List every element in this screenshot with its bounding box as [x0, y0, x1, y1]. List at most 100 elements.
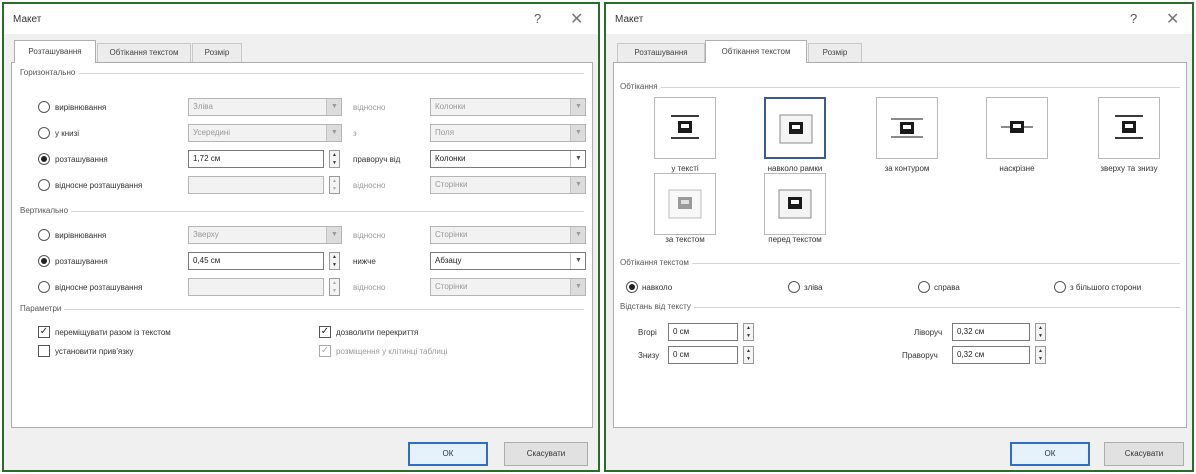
tab-text-wrapping[interactable]: Обтікання текстом — [705, 40, 807, 63]
vertical-absolute-position-label: розташування — [55, 257, 108, 266]
chevron-down-icon: ▼ — [570, 177, 585, 193]
tab-position[interactable]: Розташування — [617, 43, 705, 62]
chevron-down-icon: ▼ — [570, 227, 585, 243]
chevron-down-icon: ▼ — [570, 253, 585, 269]
spin-up-icon[interactable]: ▲ — [330, 151, 339, 159]
options-section-title: Параметри — [20, 304, 65, 313]
dialog-titlebar: Макет ? ✕ — [4, 4, 598, 34]
chevron-down-icon: ▼ — [326, 227, 341, 243]
horizontal-relative-position-input[interactable] — [188, 176, 324, 194]
cancel-button[interactable]: Скасувати — [504, 442, 588, 466]
wrap-style-in-front-of-text[interactable] — [764, 173, 826, 235]
wrap-style-label: за текстом — [665, 235, 705, 244]
spin-down-icon[interactable]: ▼ — [744, 332, 753, 340]
layout-in-table-cell-label: розміщення у клітинці таблиці — [336, 347, 448, 356]
tab-size[interactable]: Розмір — [808, 43, 862, 62]
distance-bottom-input[interactable]: 0 см — [668, 346, 738, 364]
wrap-right-only-radio[interactable] — [918, 281, 930, 293]
wrap-style-label: навколо рамки — [767, 164, 823, 173]
lock-anchor-checkbox[interactable] — [38, 345, 50, 357]
book-layout-radio[interactable] — [38, 127, 50, 139]
vertical-absolute-relation-select[interactable]: Абзацу ▼ — [430, 252, 586, 270]
tab-text-wrapping[interactable]: Обтікання текстом — [97, 43, 191, 62]
relation-label: відносно — [353, 231, 386, 240]
wrap-style-in-line[interactable] — [654, 97, 716, 159]
vertical-position-spinner[interactable]: ▲ ▼ — [329, 252, 340, 270]
spin-up-icon[interactable]: ▲ — [744, 347, 753, 355]
book-layout-relation-select[interactable]: Поля ▼ — [430, 124, 586, 142]
close-icon[interactable]: ✕ — [570, 9, 583, 29]
horizontal-alignment-radio[interactable] — [38, 101, 50, 113]
help-icon[interactable]: ? — [534, 11, 541, 26]
spin-down-icon[interactable]: ▼ — [1036, 332, 1045, 340]
horizontal-alignment-select[interactable]: Зліва ▼ — [188, 98, 342, 116]
distance-bottom-spinner[interactable]: ▲ ▼ — [743, 346, 754, 364]
horizontal-relative-relation-select[interactable]: Сторінки ▼ — [430, 176, 586, 194]
wrap-style-square[interactable] — [764, 97, 826, 159]
tab-size[interactable]: Розмір — [192, 43, 242, 62]
spin-up-icon[interactable]: ▲ — [330, 279, 339, 287]
relation-label: відносно — [353, 103, 386, 112]
select-value: Колонки — [435, 102, 466, 111]
wrap-style-behind-text[interactable] — [654, 173, 716, 235]
horizontal-relative-position-radio[interactable] — [38, 179, 50, 191]
horizontal-alignment-relation-select[interactable]: Колонки ▼ — [430, 98, 586, 116]
close-icon[interactable]: ✕ — [1166, 9, 1179, 29]
dialog-title: Макет — [13, 14, 42, 25]
vertical-relative-spinner[interactable]: ▲ ▼ — [329, 278, 340, 296]
spin-up-icon[interactable]: ▲ — [330, 253, 339, 261]
through-wrap-icon — [1001, 121, 1033, 133]
book-layout-select[interactable]: Усередині ▼ — [188, 124, 342, 142]
horizontal-absolute-relation-select[interactable]: Колонки ▼ — [430, 150, 586, 168]
layout-dialog-position: Макет ? ✕ Розташування Обтікання текстом… — [2, 2, 600, 472]
horizontal-relative-spinner[interactable]: ▲ ▼ — [329, 176, 340, 194]
ok-button[interactable]: ОК — [1010, 442, 1090, 466]
help-icon[interactable]: ? — [1130, 11, 1137, 26]
tab-position[interactable]: Розташування — [14, 40, 96, 63]
distance-right-spinner[interactable]: ▲ ▼ — [1035, 346, 1046, 364]
vertical-alignment-relation-select[interactable]: Сторінки ▼ — [430, 226, 586, 244]
wrap-style-tight[interactable] — [876, 97, 938, 159]
wrap-style-through[interactable] — [986, 97, 1048, 159]
spin-down-icon[interactable]: ▼ — [330, 287, 339, 295]
vertical-relative-position-input[interactable] — [188, 278, 324, 296]
wrap-largest-side-radio[interactable] — [1054, 281, 1066, 293]
distance-top-input[interactable]: 0 см — [668, 323, 738, 341]
spin-down-icon[interactable]: ▼ — [1036, 355, 1045, 363]
spin-down-icon[interactable]: ▼ — [330, 185, 339, 193]
spin-up-icon[interactable]: ▲ — [744, 324, 753, 332]
spin-down-icon[interactable]: ▼ — [330, 159, 339, 167]
move-with-text-checkbox[interactable]: ✓ — [38, 326, 50, 338]
horizontal-position-spinner[interactable]: ▲ ▼ — [329, 150, 340, 168]
allow-overlap-checkbox[interactable]: ✓ — [319, 326, 331, 338]
spin-up-icon[interactable]: ▲ — [330, 177, 339, 185]
wrap-style-top-and-bottom[interactable] — [1098, 97, 1160, 159]
distance-left-spinner[interactable]: ▲ ▼ — [1035, 323, 1046, 341]
select-value: Усередині — [193, 128, 231, 137]
spin-up-icon[interactable]: ▲ — [1036, 324, 1045, 332]
distance-left-input[interactable]: 0,32 см — [952, 323, 1030, 341]
vertical-relative-position-radio[interactable] — [38, 281, 50, 293]
section-divider — [620, 307, 1180, 308]
vertical-alignment-select[interactable]: Зверху ▼ — [188, 226, 342, 244]
ok-button[interactable]: ОК — [408, 442, 488, 466]
horizontal-absolute-position-input[interactable]: 1,72 см — [188, 150, 324, 168]
spin-down-icon[interactable]: ▼ — [744, 355, 753, 363]
horizontal-absolute-position-radio[interactable] — [38, 153, 50, 165]
distance-right-input[interactable]: 0,32 см — [952, 346, 1030, 364]
wrap-right-only-label: справа — [934, 283, 960, 292]
spin-down-icon[interactable]: ▼ — [330, 261, 339, 269]
cancel-button[interactable]: Скасувати — [1104, 442, 1184, 466]
vertical-absolute-position-input[interactable]: 0,45 см — [188, 252, 324, 270]
vertical-relative-relation-select[interactable]: Сторінки ▼ — [430, 278, 586, 296]
vertical-alignment-radio[interactable] — [38, 229, 50, 241]
distance-top-spinner[interactable]: ▲ ▼ — [743, 323, 754, 341]
spin-up-icon[interactable]: ▲ — [1036, 347, 1045, 355]
wrapping-section-title: Обтікання — [620, 82, 661, 91]
vertical-absolute-position-radio[interactable] — [38, 255, 50, 267]
layout-in-table-cell-checkbox[interactable]: ✓ — [319, 345, 331, 357]
top-and-bottom-wrap-icon — [1115, 115, 1143, 139]
wrap-left-only-radio[interactable] — [788, 281, 800, 293]
select-value: Поля — [435, 128, 455, 137]
wrap-both-sides-radio[interactable] — [626, 281, 638, 293]
